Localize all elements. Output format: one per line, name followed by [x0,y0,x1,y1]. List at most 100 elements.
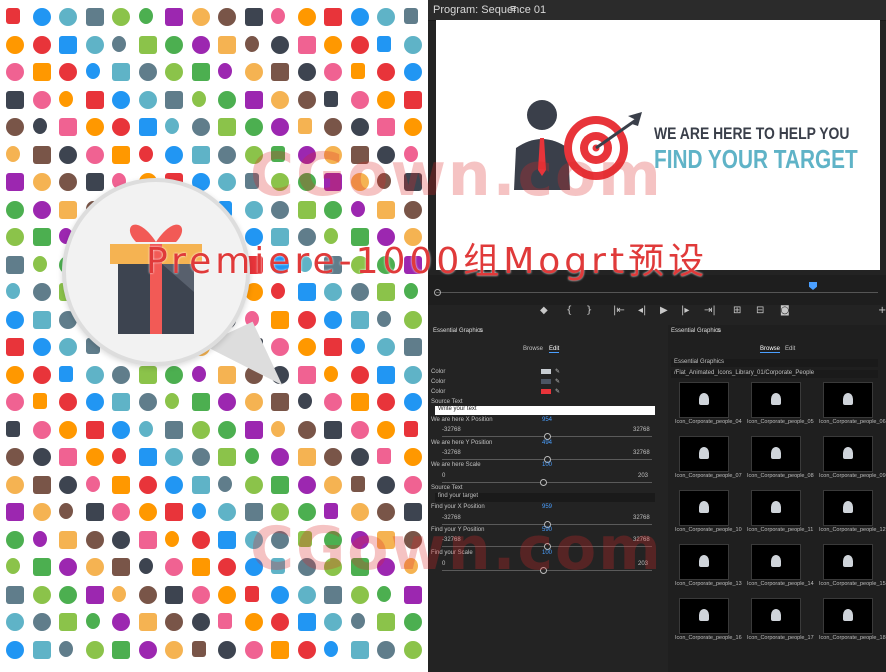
mogrt-thumbnail[interactable] [751,544,801,580]
library-icon [350,420,369,439]
essential-graphics-browse-panel: Essential Graphics ≡ Browse Edit Essenti… [668,325,886,672]
library-icon [165,63,183,81]
go-to-out-icon[interactable]: ⇥| [704,305,716,316]
mogrt-thumbnail[interactable] [679,436,729,472]
add-button-icon[interactable]: + [878,305,886,316]
library-icon [324,393,342,411]
eyedropper-icon[interactable]: ✎ [555,368,560,375]
mogrt-thumbnail[interactable] [679,544,729,580]
color-label-2: Color [431,379,446,385]
panel-menu-icon[interactable]: ≡ [479,328,483,334]
x-position-label: We are here X Position [431,417,493,423]
library-icon [297,448,316,466]
step-forward-icon[interactable]: |▸ [681,305,689,316]
library-icon [165,8,183,26]
mogrt-thumbnail[interactable] [823,490,873,526]
library-icon [271,475,289,494]
mogrt-thumbnail[interactable] [679,490,729,526]
library-icon [32,475,51,494]
library-icon [350,118,369,136]
corporate-people-icon [843,501,853,513]
library-icon [59,448,77,466]
library-icon [112,8,130,26]
library-icon [324,613,342,631]
mogrt-thumbnail[interactable] [823,436,873,472]
play-icon[interactable]: ▶ [660,305,668,316]
library-icon [112,530,130,549]
step-back-icon[interactable]: ◂| [638,305,646,316]
eg-right-panel-title: Essential Graphics [671,328,722,334]
tab-edit[interactable]: Edit [549,346,560,353]
source-text-input-2[interactable]: find your target [435,493,655,502]
library-icon [138,640,157,659]
library-icon [377,640,395,659]
library-icon [403,585,422,604]
mogrt-thumbnail[interactable] [679,382,729,418]
library-icon [6,613,24,631]
panel-menu-icon[interactable]: ≡ [717,328,721,334]
library-icon [112,145,130,164]
mogrt-thumbnail[interactable] [823,382,873,418]
library-icon [138,585,157,604]
library-icon [85,420,104,439]
mark-out-icon[interactable]: } [586,305,592,316]
mark-in-icon[interactable]: { [566,305,572,316]
library-icon [377,63,395,81]
library-icon [377,90,395,109]
y-position-value[interactable]: 494 [542,440,552,446]
library-icon [32,255,47,272]
playhead[interactable] [809,282,817,290]
library-icon [377,475,395,494]
color-swatch-2[interactable] [541,379,551,384]
eyedropper-icon[interactable]: ✎ [555,388,560,395]
library-icon [6,448,24,466]
panel-menu-icon[interactable]: ≡ [510,3,516,15]
tab-browse[interactable]: Browse [523,346,543,352]
scale-knob[interactable] [540,479,547,486]
mogrt-thumbnail[interactable] [823,598,873,634]
library-icon [6,558,20,574]
library-icon [191,530,210,549]
x-position-knob[interactable] [544,433,551,440]
mogrt-thumbnail[interactable] [751,382,801,418]
marker-icon[interactable]: ◆ [540,305,548,316]
program-monitor-tab[interactable]: Program: Sequence 01 ≡ [428,0,886,21]
mogrt-thumbnail[interactable] [751,598,801,634]
x-position-value[interactable]: 954 [542,417,552,423]
library-icon [138,393,157,411]
scale-slider[interactable] [442,482,652,483]
in-point-knob[interactable] [434,289,441,296]
library-icon [403,640,422,659]
library-icon [85,558,104,576]
mogrt-thumbnail[interactable] [679,598,729,634]
library-icon [138,475,157,494]
corporate-people-icon [771,393,781,405]
color-swatch-1[interactable] [541,369,551,374]
library-icon [350,35,369,54]
color-swatch-3[interactable] [541,389,551,394]
library-icon [165,503,183,521]
mogrt-thumbnail[interactable] [823,544,873,580]
mogrt-thumbnail[interactable] [751,436,801,472]
path-dropdown[interactable]: /Flat_Animated_Icons_Library_01/Corporat… [671,370,878,378]
library-icon [85,585,104,604]
mogrt-thumbnail[interactable] [751,490,801,526]
library-icon [112,640,130,659]
tab-browse-right[interactable]: Browse [760,346,781,353]
find-x-value[interactable]: 959 [542,504,552,510]
library-icon [138,145,153,162]
library-icon [297,118,312,134]
extract-icon[interactable]: ⊟ [756,305,764,316]
library-icon [85,503,104,521]
scale-value[interactable]: 100 [542,462,552,468]
eyedropper-icon[interactable]: ✎ [555,378,560,385]
camera-icon[interactable]: ◙ [780,305,790,316]
tab-edit-right[interactable]: Edit [785,346,795,352]
library-icon [350,640,369,659]
library-icon [59,90,73,107]
go-to-in-icon[interactable]: |⇤ [613,305,625,316]
source-text-input[interactable]: Write your text [435,406,655,415]
lift-icon[interactable]: ⊞ [733,305,741,316]
library-icon [6,365,24,384]
library-dropdown[interactable]: Essential Graphics [671,359,878,367]
